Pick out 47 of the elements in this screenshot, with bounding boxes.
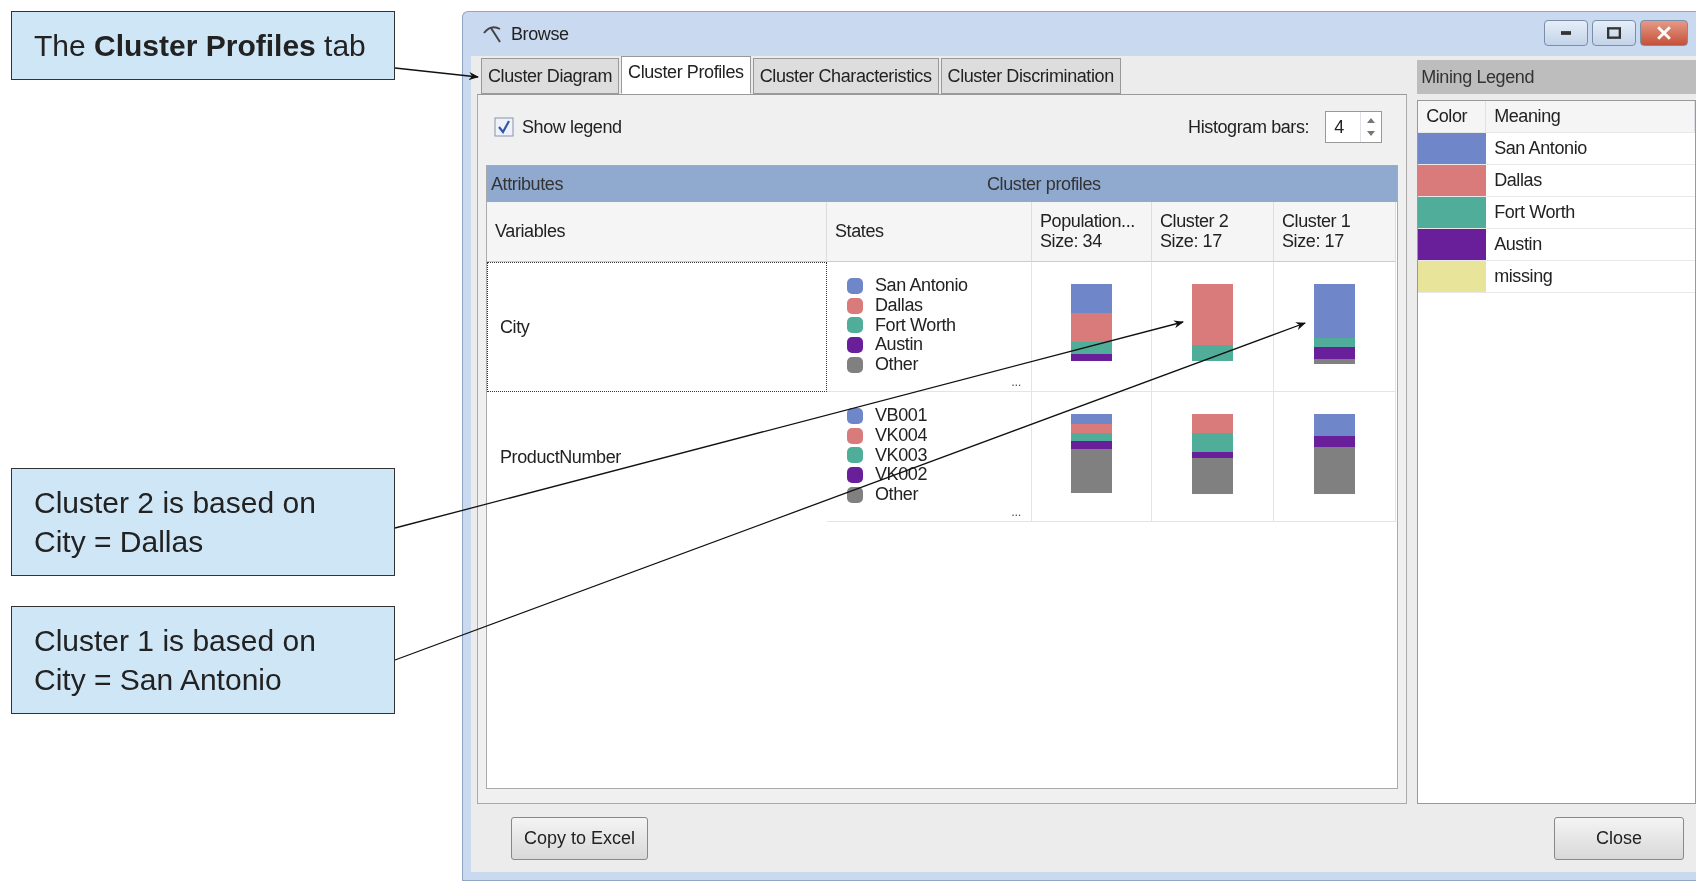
- histogram-bars-spinner[interactable]: 4: [1325, 111, 1383, 143]
- show-legend-checkbox[interactable]: Show legend: [494, 113, 622, 141]
- window-title: Browse: [511, 22, 569, 46]
- more-indicator: ...: [1011, 504, 1021, 519]
- maximize-icon: [1607, 27, 1621, 39]
- tab[interactable]: Cluster Discrimination: [940, 58, 1121, 94]
- pickaxe-icon: [481, 23, 503, 45]
- state-label: San Antonio: [875, 276, 968, 296]
- column-header: Cluster 2 Size: 17: [1152, 202, 1274, 262]
- column-header: Color: [1418, 101, 1487, 132]
- tab[interactable]: Cluster Characteristics: [752, 58, 939, 94]
- callout-text: Cluster 1 is based on City = San Antonio: [11, 606, 395, 714]
- callout-text: Cluster 2 is based on City = Dallas: [11, 468, 395, 576]
- variable-cell[interactable]: City: [487, 262, 827, 392]
- state-label: VB001: [875, 406, 928, 426]
- state-label: Dallas: [875, 295, 923, 316]
- column-header: Population... Size: 34: [1032, 202, 1152, 262]
- column-header: Meaning: [1486, 101, 1695, 132]
- minimize-icon: [1561, 31, 1571, 35]
- tab[interactable]: Cluster Diagram: [481, 58, 620, 94]
- state-label: Austin: [875, 335, 923, 356]
- column-header: States: [827, 202, 1032, 262]
- copy-to-excel-button[interactable]: Copy to Excel: [511, 816, 649, 860]
- state-label: Other: [875, 485, 919, 505]
- close-button[interactable]: Close: [1554, 816, 1684, 860]
- column-header: Cluster 1 Size: 17: [1274, 202, 1396, 262]
- state-label: Fort Worth: [875, 315, 956, 336]
- legend-meaning: Austin: [1493, 233, 1543, 256]
- close-button[interactable]: [1640, 20, 1688, 46]
- tab[interactable]: Cluster Profiles: [621, 56, 751, 94]
- column-header: Variables: [487, 202, 827, 262]
- more-indicator: ...: [1011, 374, 1021, 389]
- histogram-bars-label: Histogram bars:: [1188, 115, 1310, 139]
- close-icon: [1657, 26, 1671, 40]
- header-band: Attributes Cluster profiles: [487, 166, 1398, 202]
- legend-meaning: missing: [1493, 265, 1554, 288]
- maximize-button[interactable]: [1592, 20, 1636, 46]
- state-label: Other: [875, 355, 919, 375]
- state-label: VK004: [875, 425, 928, 446]
- legend-meaning: San Antonio: [1493, 137, 1588, 160]
- callout-text: The Cluster Profiles tab: [11, 11, 395, 80]
- legend-title: Mining Legend: [1417, 60, 1696, 94]
- checkbox-icon[interactable]: [494, 117, 514, 137]
- legend-meaning: Dallas: [1493, 169, 1543, 192]
- legend-meaning: Fort Worth: [1493, 201, 1576, 224]
- state-label: VK003: [875, 445, 928, 466]
- minimize-button[interactable]: [1544, 20, 1588, 46]
